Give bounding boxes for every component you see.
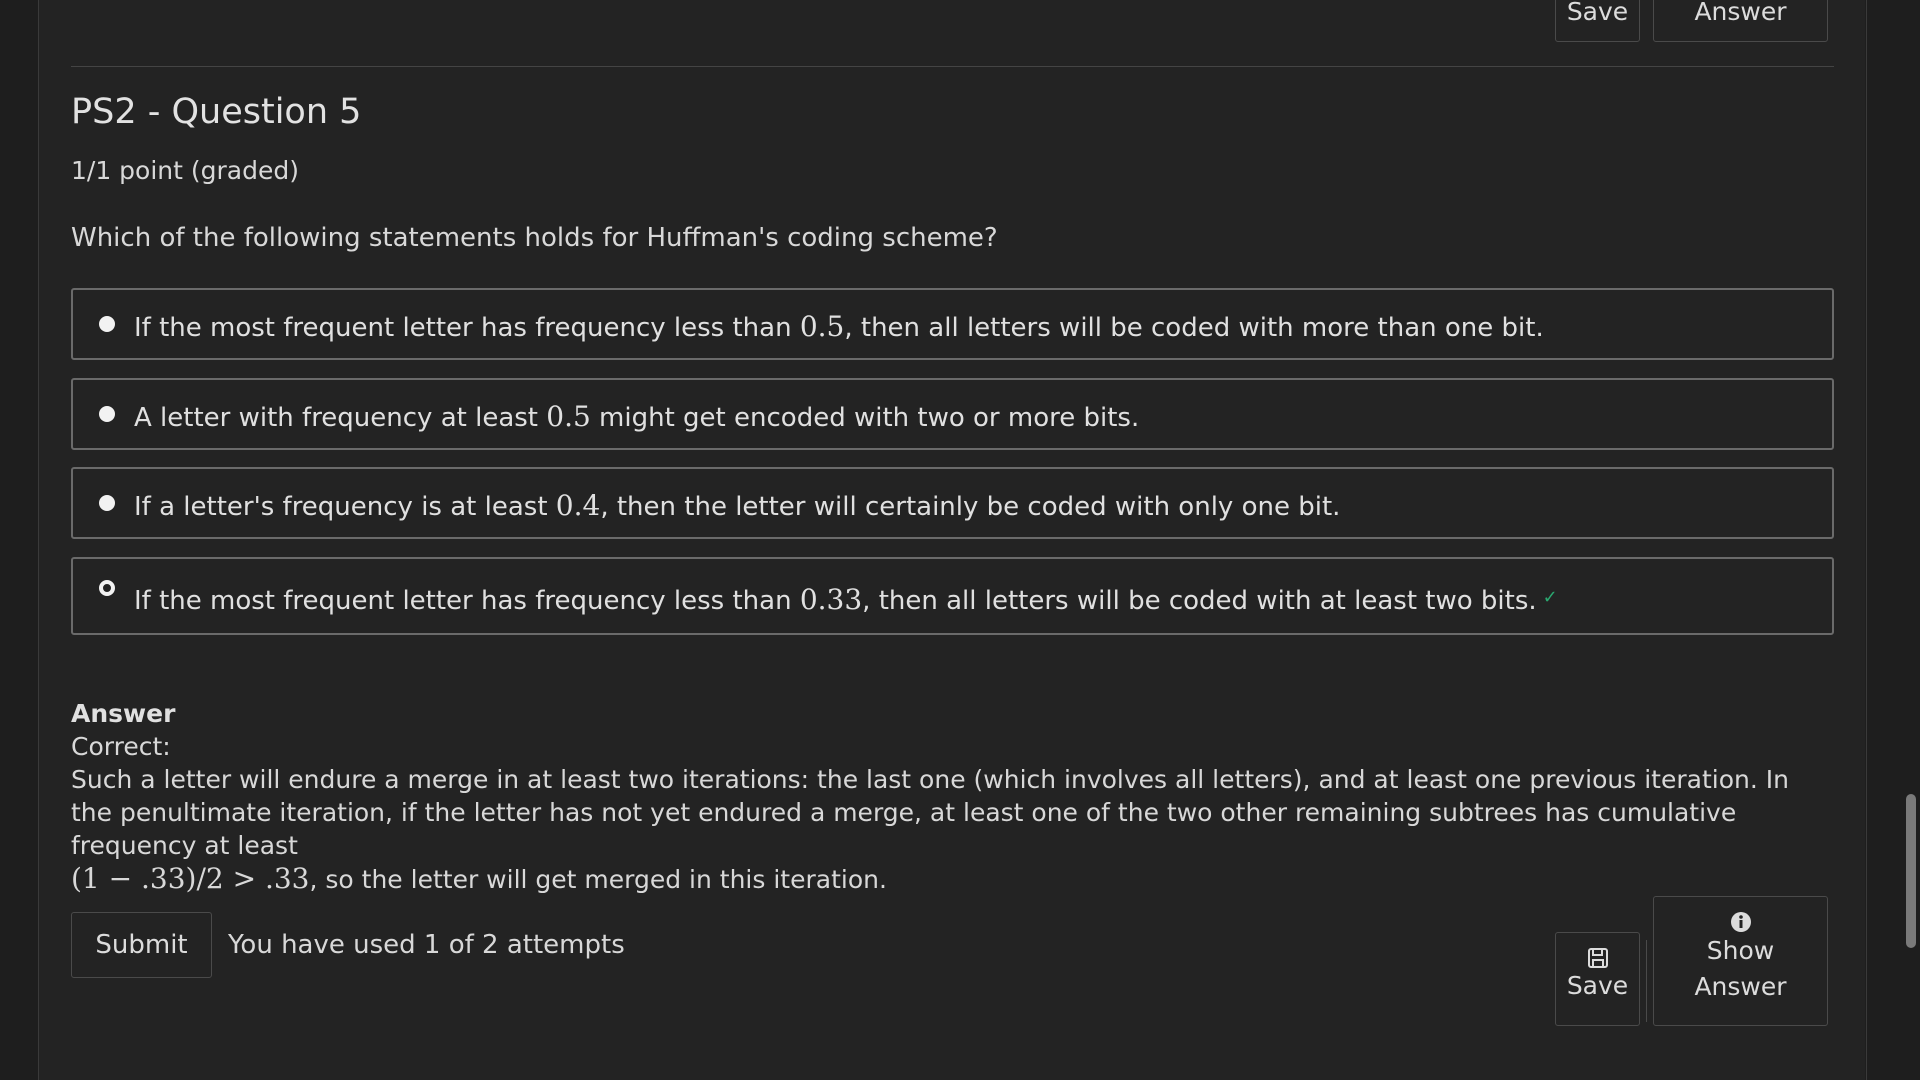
radio-button[interactable] (99, 316, 115, 332)
answer-section: Answer Correct: Such a letter will endur… (71, 697, 1834, 896)
answer-explanation: Such a letter will endure a merge in at … (71, 765, 1789, 895)
radio-button[interactable] (99, 495, 115, 511)
button-separator (1646, 940, 1647, 1022)
question-title: PS2 - Question 5 (71, 92, 362, 132)
save-button[interactable]: Save (1555, 932, 1640, 1026)
radio-button-selected[interactable] (99, 580, 115, 596)
answer-option[interactable]: A letter with frequency at least 0.5 mig… (71, 378, 1834, 450)
answer-label: Answer (1694, 972, 1787, 1001)
info-circle-icon (1730, 912, 1751, 932)
divider (71, 66, 1834, 67)
option-label: A letter with frequency at least 0.5 mig… (134, 400, 1140, 433)
problem-panel (39, 0, 1865, 1080)
prev-save-button[interactable]: Save (1555, 0, 1640, 42)
scrollbar-thumb[interactable] (1906, 794, 1916, 948)
show-answer-button[interactable]: Show Answer (1653, 896, 1828, 1026)
answer-option[interactable]: If a letter's frequency is at least 0.4,… (71, 467, 1834, 539)
attempts-text: You have used 1 of 2 attempts (228, 930, 625, 960)
left-margin (0, 0, 39, 1080)
answer-heading: Answer (71, 699, 176, 728)
radio-button[interactable] (99, 406, 115, 422)
answer-option[interactable]: If the most frequent letter has frequenc… (71, 288, 1834, 360)
answer-math: (1 − .33)/2 > .33 (71, 862, 310, 895)
submit-button[interactable]: Submit (71, 912, 212, 978)
checkmark-icon: ✓ (1542, 587, 1558, 608)
floppy-disk-icon (1587, 948, 1608, 968)
answer-option-selected[interactable]: If the most frequent letter has frequenc… (71, 557, 1834, 635)
answer-status: Correct: (71, 732, 171, 761)
option-label: If the most frequent letter has frequenc… (134, 583, 1558, 616)
save-label: Save (1566, 971, 1629, 1000)
question-points: 1/1 point (graded) (71, 156, 299, 185)
option-label: If the most frequent letter has frequenc… (134, 310, 1544, 343)
prev-show-answer-button[interactable]: Answer (1653, 0, 1828, 42)
show-label: Show (1706, 936, 1775, 965)
question-prompt: Which of the following statements holds … (71, 223, 998, 253)
option-label: If a letter's frequency is at least 0.4,… (134, 489, 1341, 522)
